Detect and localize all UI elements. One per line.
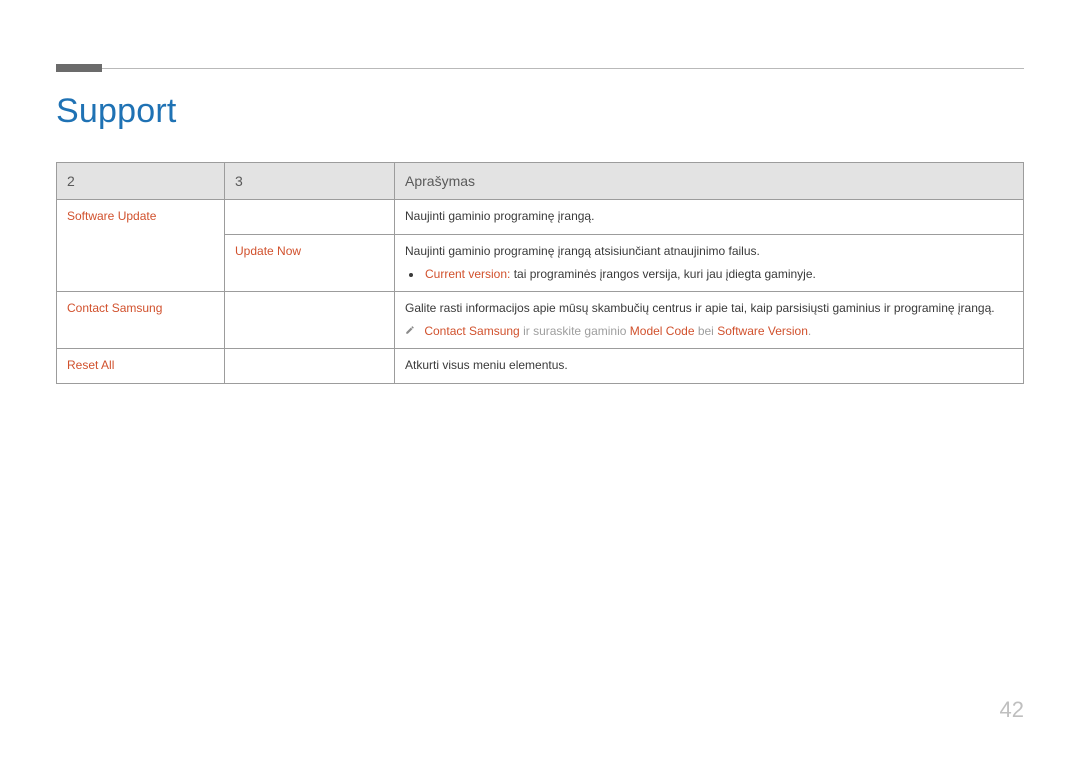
text: Naujinti gaminio programinę įrangą atsis… (405, 244, 760, 258)
page-number: 42 (1000, 697, 1024, 723)
pencil-icon (405, 322, 417, 341)
table-header-row: 2 3 Aprašymas (57, 163, 1024, 200)
page-title: Support (56, 92, 176, 131)
note-line: Contact Samsung ir suraskite gaminio Mod… (405, 322, 1013, 341)
note-accent-3: Software Version (717, 324, 808, 338)
label-contact-samsung: Contact Samsung (67, 301, 162, 315)
table-row: Software Update Naujinti gaminio program… (57, 200, 1024, 234)
cell-desc-update-now: Naujinti gaminio programinę įrangą atsis… (395, 234, 1024, 291)
cell-update-now: Update Now (225, 234, 395, 291)
cell-empty (225, 291, 395, 348)
note-accent-1: Contact Samsung (424, 324, 519, 338)
text: Atkurti visus meniu elementus. (405, 358, 568, 372)
text: Naujinti gaminio programinę įrangą. (405, 209, 594, 223)
cell-desc-contact-samsung: Galite rasti informacijos apie mūsų skam… (395, 291, 1024, 348)
cell-reset-all: Reset All (57, 349, 225, 383)
support-table: 2 3 Aprašymas Software Update Naujinti g… (56, 162, 1024, 384)
note-text-2: bei (695, 324, 718, 338)
cell-desc-software-update: Naujinti gaminio programinę įrangą. (395, 200, 1024, 234)
document-page: Support 2 3 Aprašymas Software Update Na… (0, 0, 1080, 763)
header-rule (56, 68, 1024, 69)
note-text-3: . (808, 324, 811, 338)
cell-empty (225, 349, 395, 383)
label-software-update: Software Update (67, 209, 156, 223)
note-accent-2: Model Code (630, 324, 695, 338)
cell-contact-samsung: Contact Samsung (57, 291, 225, 348)
header-tab-accent (56, 64, 102, 72)
cell-empty (225, 200, 395, 234)
list-item: Current version: tai programinės įrangos… (423, 265, 1013, 284)
col-header-2: 2 (57, 163, 225, 200)
cell-software-update: Software Update (57, 200, 225, 292)
bullet-list: Current version: tai programinės įrangos… (423, 265, 1013, 284)
bullet-text: tai programinės įrangos versija, kuri ja… (510, 267, 815, 281)
note-text-1: ir suraskite gaminio (520, 324, 630, 338)
table-row: Contact Samsung Galite rasti informacijo… (57, 291, 1024, 348)
text: Galite rasti informacijos apie mūsų skam… (405, 299, 1013, 318)
col-header-3: 3 (225, 163, 395, 200)
col-header-desc: Aprašymas (395, 163, 1024, 200)
cell-desc-reset-all: Atkurti visus meniu elementus. (395, 349, 1024, 383)
label-update-now: Update Now (235, 244, 301, 258)
bullet-accent: Current version: (425, 267, 510, 281)
label-reset-all: Reset All (67, 358, 114, 372)
table-row: Reset All Atkurti visus meniu elementus. (57, 349, 1024, 383)
